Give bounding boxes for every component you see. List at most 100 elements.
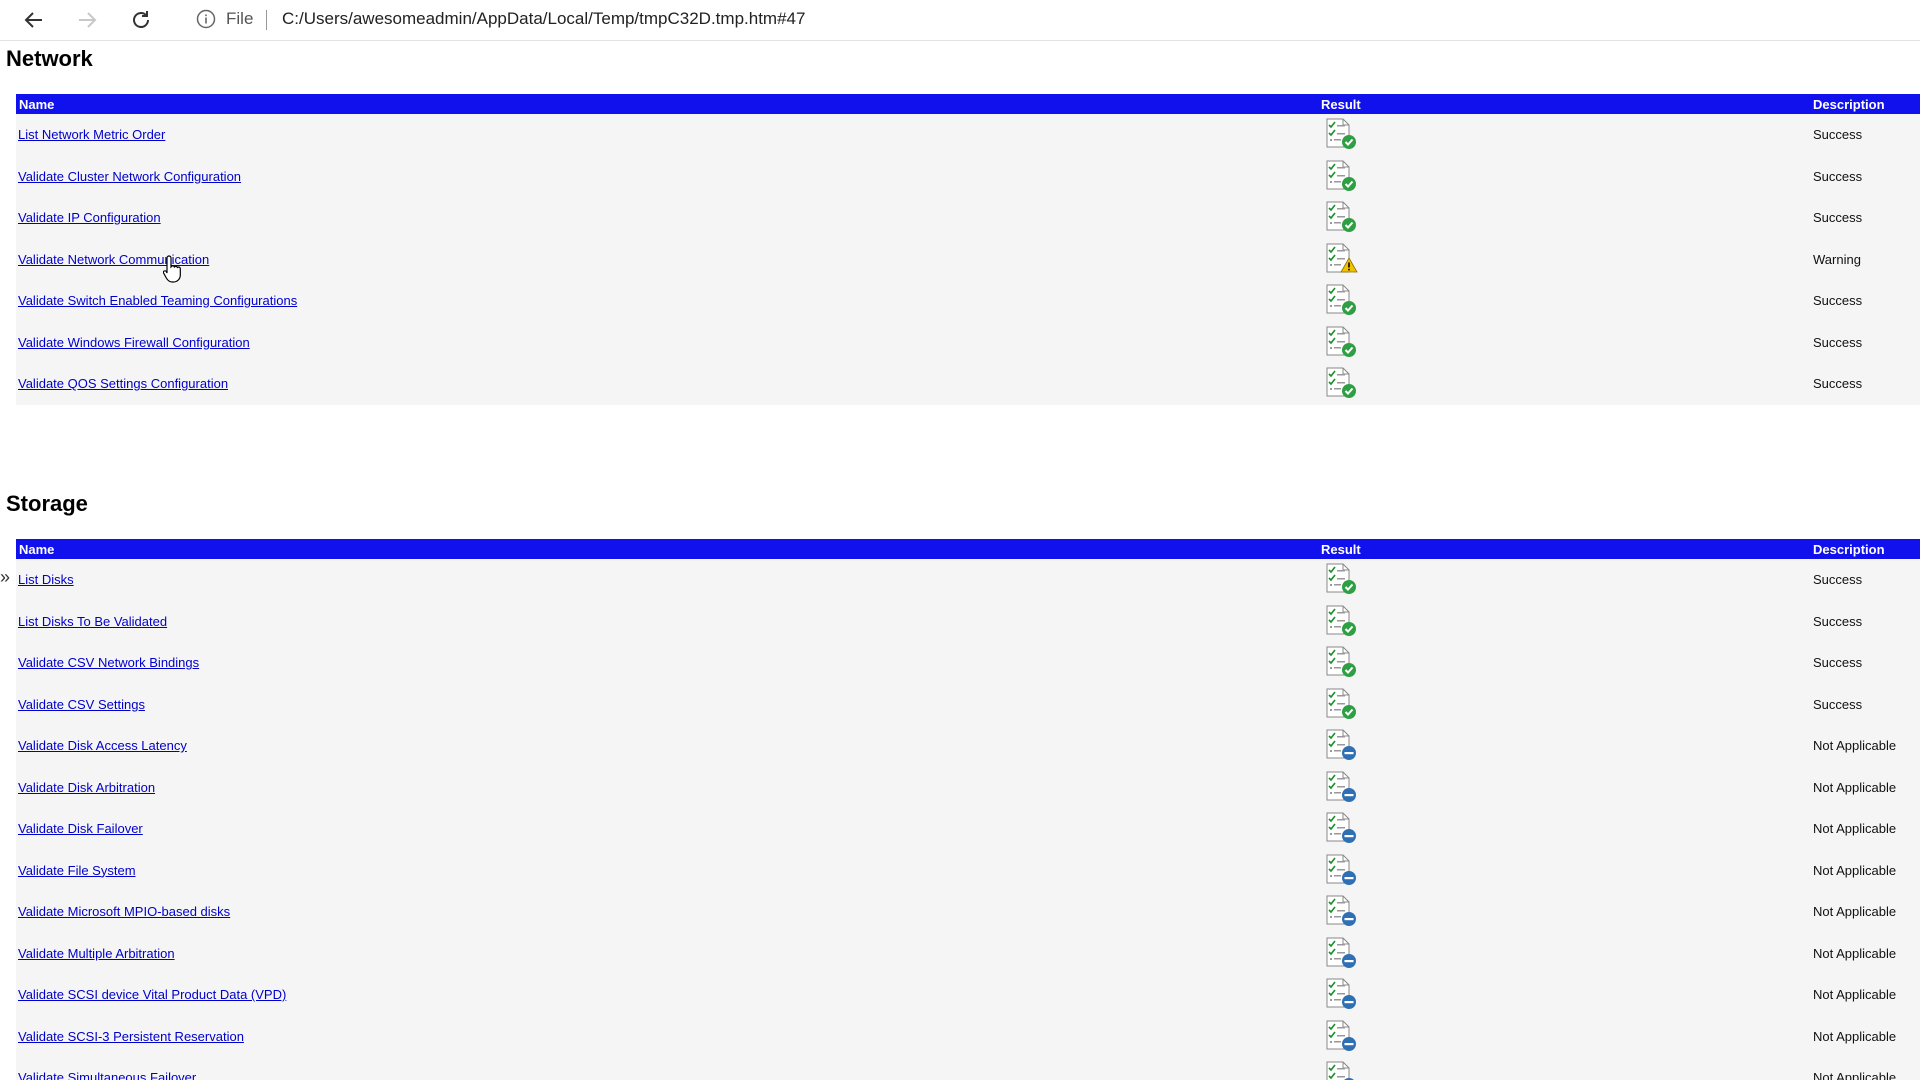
info-icon[interactable] [196,9,216,29]
result-description: Not Applicable [1813,904,1897,919]
report-not-applicable-icon [1321,810,1361,848]
result-description: Success [1813,127,1863,142]
table-row: Validate CSV Settings Success [16,684,1920,726]
result-description: Not Applicable [1813,945,1897,961]
test-link[interactable]: Validate Disk Access Latency [18,738,187,753]
address-bar[interactable]: C:/Users/awesomeadmin/AppData/Local/Temp… [282,9,805,29]
test-link[interactable]: Validate SCSI device Vital Product Data … [18,987,286,1002]
test-link[interactable]: Validate File System [18,863,136,878]
report-check-icon [1321,282,1361,320]
column-header-description: Description [1813,97,1885,112]
report-not-applicable-icon [1321,935,1361,973]
table-row: Validate Disk Access Latency Not Applicab… [16,725,1920,767]
result-description: Success [1813,572,1863,587]
storage-table: Name Result Description List Disks Succes… [16,539,1920,1080]
table-row: Validate QOS Settings Configuration Succe… [16,363,1920,405]
result-description: Success [1813,613,1863,629]
test-link[interactable]: Validate Microsoft MPIO-based disks [18,904,230,919]
report-check-icon [1321,158,1361,196]
table-row: Validate Multiple Arbitration Not Applica… [16,933,1920,975]
report-check-icon [1321,365,1361,403]
forward-arrow-icon[interactable] [71,4,103,36]
report-not-applicable-icon [1321,769,1361,807]
table-row: Validate File System Not Applicable [16,850,1920,892]
test-link[interactable]: Validate Switch Enabled Teaming Configur… [18,293,297,308]
section-title-storage: Storage [6,491,88,516]
column-header-description: Description [1813,542,1885,557]
result-description: Not Applicable [1813,1028,1897,1044]
result-description: Not Applicable [1813,821,1897,836]
table-row: Validate Simultaneous Failover Not Applic… [16,1057,1920,1080]
test-link[interactable]: Validate CSV Settings [18,697,145,712]
hand-cursor-icon [162,254,185,284]
table-row: Validate IP Configuration Success [16,197,1920,239]
column-header-result: Result [1321,97,1361,112]
report-not-applicable-icon [1321,893,1361,931]
test-link[interactable]: Validate Multiple Arbitration [18,946,175,961]
table-row: List Network Metric Order Success [16,114,1920,156]
test-link[interactable]: Validate Cluster Network Configuration [18,169,241,184]
result-description: Warning [1813,251,1861,267]
table-row: Validate Switch Enabled Teaming Configur… [16,280,1920,322]
table-row: List Disks To Be Validated Success [16,601,1920,643]
result-description: Not Applicable [1813,987,1897,1002]
report-check-icon [1321,116,1361,154]
report-check-icon [1321,644,1361,682]
report-check-icon [1321,561,1361,599]
result-description: Success [1813,210,1863,225]
table-row: Validate Disk Arbitration Not Applicable [16,767,1920,809]
test-link[interactable]: Validate Windows Firewall Configuration [18,335,250,350]
table-header: Name Result Description [16,94,1920,114]
column-header-name: Name [19,97,55,112]
result-description: Not Applicable [1813,1070,1897,1080]
report-check-icon [1321,603,1361,641]
result-description: Success [1813,655,1863,670]
table-row: Validate Microsoft MPIO-based disks Not A… [16,891,1920,933]
report-not-applicable-icon [1321,727,1361,765]
result-description: Not Applicable [1813,779,1897,795]
result-description: Success [1813,293,1863,308]
test-link[interactable]: Validate IP Configuration [18,210,161,225]
test-link[interactable]: Validate Disk Failover [18,821,143,836]
report-not-applicable-icon [1321,852,1361,890]
table-row: Validate CSV Network Bindings Success [16,642,1920,684]
reload-icon[interactable] [125,4,157,36]
section-title-network: Network [6,46,93,71]
result-description: Success [1813,168,1863,184]
result-description: Success [1813,696,1863,712]
report-not-applicable-icon [1321,976,1361,1014]
report-check-icon [1321,686,1361,724]
table-header: Name Result Description [16,539,1920,559]
expand-marker-icon: » [0,567,11,587]
test-link[interactable]: Validate Disk Arbitration [18,780,155,795]
table-row: Validate Network Communication Warning [16,239,1920,281]
table-row: Validate Disk Failover Not Applicable [16,808,1920,850]
test-link[interactable]: Validate CSV Network Bindings [18,655,199,670]
result-description: Success [1813,376,1863,391]
network-table: Name Result Description List Network Met… [16,94,1920,405]
browser-toolbar: File C:/Users/awesomeadmin/AppData/Local… [0,0,1920,41]
report-not-applicable-icon [1321,1018,1361,1056]
report-not-applicable-icon [1321,1059,1361,1080]
table-row: Validate SCSI device Vital Product Data … [16,974,1920,1016]
file-label[interactable]: File [226,9,253,29]
test-link[interactable]: Validate SCSI-3 Persistent Reservation [18,1029,244,1044]
result-description: Not Applicable [1813,738,1897,753]
back-arrow-icon[interactable] [18,4,50,36]
report-content: Network Name Result Description List Net… [0,41,1920,1080]
test-link[interactable]: Validate Simultaneous Failover [18,1070,196,1080]
result-description: Not Applicable [1813,862,1897,878]
test-link[interactable]: Validate QOS Settings Configuration [18,376,228,391]
test-link[interactable]: List Disks To Be Validated [18,614,167,629]
report-check-icon [1321,199,1361,237]
report-warning-icon [1321,241,1361,279]
result-description: Success [1813,334,1863,350]
test-link[interactable]: List Disks [18,572,74,587]
table-row: Validate Windows Firewall Configuration S… [16,322,1920,364]
toolbar-divider [266,10,267,30]
report-check-icon [1321,324,1361,362]
test-link[interactable]: List Network Metric Order [18,127,165,142]
column-header-name: Name [19,542,55,557]
table-row: Validate SCSI-3 Persistent Reservation No… [16,1016,1920,1058]
table-row: Validate Cluster Network Configuration Su… [16,156,1920,198]
